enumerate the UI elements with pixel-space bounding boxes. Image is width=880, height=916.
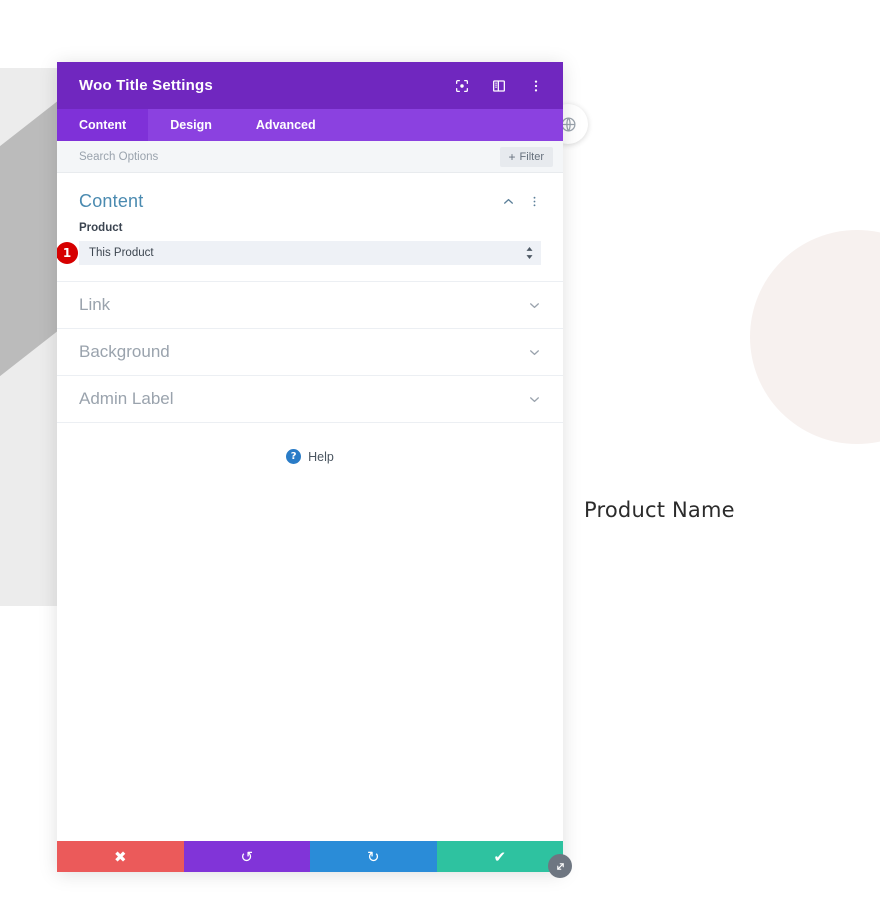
section-content-title: Content bbox=[79, 191, 144, 211]
redo-button[interactable]: ↻ bbox=[310, 841, 437, 872]
section-content-actions bbox=[502, 195, 541, 208]
select-stepper-arrows-icon bbox=[526, 247, 533, 259]
modal-title: Woo Title Settings bbox=[79, 77, 213, 94]
search-options-row: + Filter bbox=[57, 141, 563, 173]
chevron-down-icon[interactable] bbox=[528, 393, 541, 406]
filter-button[interactable]: + Filter bbox=[499, 146, 553, 167]
titlebar-actions bbox=[451, 75, 547, 97]
product-select-value: This Product bbox=[89, 247, 154, 259]
undo-button[interactable]: ↺ bbox=[183, 841, 310, 872]
question-mark-icon: ? bbox=[286, 449, 302, 464]
background-left-panel bbox=[0, 68, 58, 606]
chevron-down-icon[interactable] bbox=[528, 346, 541, 359]
woo-title-settings-modal: Woo Title Settings Content Design Advanc… bbox=[57, 62, 563, 872]
section-background-title: Background bbox=[79, 342, 170, 361]
more-vertical-icon[interactable] bbox=[525, 75, 547, 97]
search-input[interactable] bbox=[79, 150, 500, 163]
section-link[interactable]: Link bbox=[57, 281, 563, 328]
close-button[interactable]: ✖ bbox=[57, 841, 184, 872]
save-button[interactable]: ✔ bbox=[436, 841, 563, 872]
section-content-header[interactable]: Content bbox=[57, 173, 563, 222]
filter-button-label: Filter bbox=[519, 150, 544, 163]
step-badge-1: 1 bbox=[57, 242, 78, 264]
section-link-title: Link bbox=[79, 295, 111, 314]
background-circle-shape bbox=[750, 230, 880, 444]
section-admin-label-title: Admin Label bbox=[79, 389, 174, 408]
modal-tabs: Content Design Advanced bbox=[57, 109, 563, 141]
chevron-down-icon[interactable] bbox=[528, 299, 541, 312]
help-label: Help bbox=[308, 449, 334, 464]
product-field-label: Product bbox=[79, 222, 123, 234]
chevron-up-icon[interactable] bbox=[502, 195, 515, 208]
layout-panel-icon[interactable] bbox=[488, 75, 510, 97]
section-content: Content Product 1 This Product bbox=[57, 173, 563, 281]
focus-target-icon[interactable] bbox=[451, 75, 473, 97]
section-admin-label[interactable]: Admin Label bbox=[57, 375, 563, 422]
product-name-heading: Product Name bbox=[584, 498, 735, 522]
diagonal-resize-icon[interactable] bbox=[548, 854, 572, 878]
plus-icon: + bbox=[508, 149, 516, 164]
modal-footer: ✖ ↺ ↻ ✔ bbox=[57, 841, 563, 872]
product-select[interactable]: 1 This Product bbox=[57, 241, 541, 265]
tab-design[interactable]: Design bbox=[148, 109, 234, 141]
modal-body: Content Product 1 This Product Link Back… bbox=[57, 173, 563, 841]
tab-advanced[interactable]: Advanced bbox=[234, 109, 338, 141]
product-field-group: Product 1 This Product bbox=[57, 222, 563, 281]
more-vertical-icon[interactable] bbox=[528, 195, 541, 208]
tab-content[interactable]: Content bbox=[57, 109, 149, 141]
section-background[interactable]: Background bbox=[57, 328, 563, 375]
help-link[interactable]: ? Help bbox=[57, 423, 563, 464]
screen: Product Name Woo Title Settings Content … bbox=[0, 0, 880, 916]
modal-titlebar: Woo Title Settings bbox=[57, 62, 563, 109]
background-diagonal-shape bbox=[0, 68, 58, 424]
